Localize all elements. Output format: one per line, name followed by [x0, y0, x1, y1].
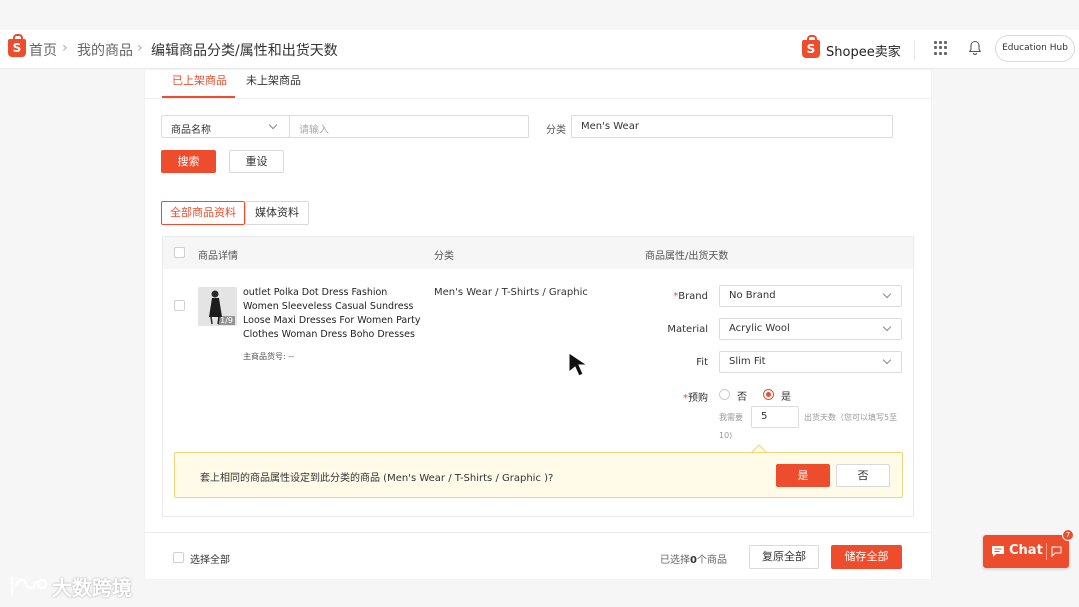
- image-counter: 1/9: [218, 316, 235, 325]
- row-checkbox[interactable]: [174, 300, 185, 311]
- mouse-cursor-icon: [568, 352, 589, 377]
- chat-unread-badge: 7: [1062, 529, 1074, 541]
- fit-select[interactable]: Slim Fit: [719, 351, 902, 373]
- select-all-checkbox[interactable]: [173, 552, 184, 563]
- chevron-right-icon: ›: [62, 40, 68, 56]
- ship-days-value: 5: [761, 411, 768, 422]
- reset-button[interactable]: 重设: [229, 150, 284, 173]
- chat-button[interactable]: Chat 7: [983, 529, 1074, 568]
- header-divider: [914, 40, 915, 60]
- category-input-value: Men's Wear: [581, 121, 639, 132]
- chat-bubble-icon: [992, 546, 1004, 557]
- table-header: 商品详情 分类 商品属性/出货天数: [163, 237, 913, 269]
- restore-all-button[interactable]: 复原全部: [749, 545, 819, 569]
- save-all-button[interactable]: 储存全部: [831, 545, 902, 569]
- watermark-text: 大数跨境: [52, 576, 132, 600]
- chat-expand-icon[interactable]: [1051, 546, 1062, 557]
- bell-icon[interactable]: [968, 40, 982, 56]
- preorder-yes-label: 是: [781, 392, 791, 403]
- preorder-no-radio[interactable]: [719, 389, 730, 400]
- watermark-emblem-icon: [10, 576, 48, 596]
- material-label: Material: [667, 324, 708, 335]
- search-input[interactable]: 请输入: [289, 115, 529, 138]
- fit-select-value: Slim Fit: [729, 356, 766, 367]
- material-select[interactable]: Acrylic Wool: [719, 318, 902, 340]
- apply-yes-button[interactable]: 是: [776, 464, 830, 487]
- search-field-select-value: 商品名称: [171, 125, 211, 136]
- product-title: outlet Polka Dot Dress Fashion Women Sle…: [243, 287, 421, 340]
- subtab-media-info[interactable]: 媒体资料: [245, 201, 309, 225]
- chevron-down-icon: [882, 289, 892, 299]
- parent-sku: 主商品货号: --: [243, 352, 295, 361]
- preorder-yes-radio[interactable]: [763, 389, 774, 400]
- tabs-divider: [145, 98, 931, 99]
- tab-unlisted-products[interactable]: 未上架商品: [246, 72, 301, 100]
- brand-select[interactable]: No Brand: [719, 285, 902, 307]
- apply-attributes-question: 套上相同的商品属性设定到此分类的商品 (Men's Wear / T-Shirt…: [200, 473, 554, 484]
- chevron-down-icon: [268, 120, 278, 130]
- brand-label: *Brand: [673, 291, 708, 302]
- select-all-header-checkbox[interactable]: [174, 247, 185, 258]
- chat-label: Chat: [1009, 543, 1043, 558]
- breadcrumb-my-products[interactable]: 我的商品: [77, 40, 133, 60]
- column-header-attributes: 商品属性/出货天数: [645, 251, 729, 262]
- shopee-seller-logo-icon: S: [802, 35, 820, 58]
- column-header-product-details: 商品详情: [198, 251, 238, 262]
- seller-center-title: Shopee卖家: [826, 45, 901, 60]
- shopee-logo-icon[interactable]: S: [8, 34, 26, 57]
- product-table: 商品详情 分类 商品属性/出货天数 1/9 outlet Polka Dot D…: [162, 236, 914, 517]
- brand-select-value: No Brand: [729, 290, 776, 301]
- material-select-value: Acrylic Wool: [729, 323, 790, 334]
- fit-label: Fit: [696, 357, 708, 368]
- apply-attributes-prompt: 套上相同的商品属性设定到此分类的商品 (Men's Wear / T-Shirt…: [174, 452, 903, 498]
- chevron-down-icon: [882, 322, 892, 332]
- breadcrumb-current-page: 编辑商品分类/属性和出货天数: [151, 43, 338, 59]
- column-header-category: 分类: [434, 251, 454, 262]
- product-thumbnail[interactable]: 1/9: [198, 287, 237, 326]
- main-card: 已上架商品 未上架商品 商品名称 请输入 分类 Men's Wear 搜索 重设…: [145, 70, 931, 579]
- search-field-select[interactable]: 商品名称: [161, 115, 290, 138]
- days-hint: 出货天数（您可以填写5至: [804, 413, 898, 422]
- days-hint-range: 10): [719, 431, 733, 440]
- search-button[interactable]: 搜索: [161, 150, 216, 173]
- category-label: 分类: [546, 125, 566, 136]
- category-input[interactable]: Men's Wear: [571, 115, 893, 138]
- subtab-all-product-info[interactable]: 全部商品资料: [161, 201, 245, 225]
- selected-count: 0: [690, 555, 697, 566]
- chevron-right-icon: ›: [137, 40, 143, 56]
- product-category: Men's Wear / T-Shirts / Graphic: [434, 287, 588, 298]
- select-all-label: 选择全部: [190, 555, 230, 566]
- ship-days-input[interactable]: 5: [751, 406, 799, 428]
- breadcrumb-home[interactable]: 首页: [29, 40, 57, 60]
- preorder-label: *预购: [683, 393, 708, 404]
- chevron-down-icon: [882, 355, 892, 365]
- top-header: S 首页 › 我的商品 › 编辑商品分类/属性和出货天数 S Shopee卖家 …: [0, 30, 1079, 69]
- search-input-placeholder: 请输入: [299, 125, 329, 136]
- apps-grid-icon[interactable]: [934, 41, 948, 55]
- apply-no-button[interactable]: 否: [836, 464, 890, 487]
- education-hub-button[interactable]: Education Hub: [995, 35, 1075, 62]
- preorder-no-label: 否: [737, 392, 747, 403]
- bottom-action-bar: 选择全部 已选择0个商品 复原全部 储存全部: [145, 532, 931, 579]
- days-need-label: 我需要: [719, 413, 743, 422]
- selected-count-text: 已选择0个商品: [660, 555, 727, 566]
- chat-divider: [1046, 543, 1047, 560]
